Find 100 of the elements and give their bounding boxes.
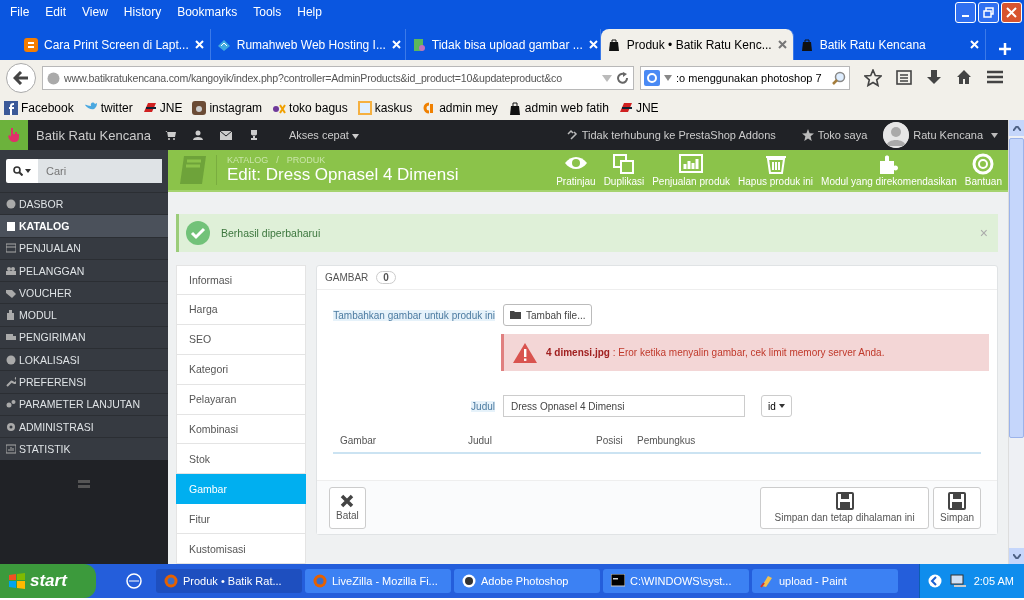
caret-icon[interactable] [991,132,998,138]
product-tab[interactable]: Harga [176,294,306,325]
product-tab[interactable]: Informasi [176,265,306,295]
search-engine-icon[interactable] [644,70,660,86]
my-shop-link[interactable]: Toko saya [817,129,868,141]
collapse-handle-icon[interactable] [78,479,90,488]
sidebar-item[interactable]: PELANGGAN [0,258,168,282]
unlinked-icon[interactable] [565,129,578,141]
title-field[interactable]: Dress Opnasel 4 Dimensi [503,395,745,417]
close-icon[interactable] [777,40,787,49]
sidebar-item[interactable]: VOUCHER [0,281,168,304]
minimize-button[interactable] [955,1,976,23]
product-tab[interactable]: Kombinasi [176,414,306,445]
product-tab[interactable]: Fitur [176,504,306,535]
sidebar-item[interactable]: PENGIRIMAN [0,325,168,349]
star-icon[interactable] [801,129,814,141]
menu-item[interactable]: Bookmarks [169,5,246,19]
restore-button[interactable] [978,1,999,23]
field-label: Tambahkan gambar untuk produk ini [333,310,495,321]
bookmark[interactable]: JNE [618,101,659,115]
bookmark[interactable]: instagram [192,101,263,115]
taskbar-item[interactable]: upload - Paint [752,569,898,593]
sidebar-item[interactable]: STATISTIK [0,437,168,460]
product-tab[interactable]: Stok [176,444,306,475]
caret-icon [25,169,31,173]
product-tab[interactable]: SEO [176,324,306,355]
cart-icon[interactable] [164,130,176,140]
address-bar[interactable]: www.batikratukencana.com/kangoyik/index.php?controller=AdminProducts&id_product=10&updateproduct&co [42,66,634,90]
product-tab[interactable]: Kategori [176,354,306,385]
menu-item[interactable]: Edit [37,5,75,19]
bookmark[interactable]: admin mey [422,101,498,115]
book-icon [178,154,208,186]
close-button[interactable] [1001,1,1022,23]
sidebar-item[interactable]: ADMINISTRASI [0,414,168,438]
menu-item[interactable]: File [2,5,38,19]
search-field[interactable]: Cari [38,159,162,183]
start-button[interactable]: start [0,564,96,598]
addons-status[interactable]: Tidak terhubung ke PrestaShop Addons [581,129,776,141]
quick-launch-icon[interactable] [126,573,142,589]
shop-name[interactable]: Batik Ratu Kencana [36,127,151,143]
new-tab-icon[interactable] [998,42,1012,56]
reload-icon[interactable] [616,71,629,85]
sidebar-item[interactable]: MODUL [0,303,168,326]
search-type-button[interactable] [6,159,38,183]
browser-tab[interactable]: Produk • Batik Ratu Kenc... [600,29,794,60]
product-tab[interactable]: Pelayaran [176,384,306,415]
column-header: Posisi [596,435,624,446]
sidebar-item[interactable]: KATALOG [0,214,168,237]
user-menu[interactable]: Ratu Kencana [913,129,983,141]
back-button[interactable] [6,63,36,93]
minimize-icon [962,15,969,17]
bookmark[interactable]: JNE [142,101,183,115]
column-header: Gambar [340,435,378,446]
save-button[interactable]: Simpan [933,486,981,529]
menu-item[interactable]: Tools [245,5,290,19]
bookmark[interactable]: Facebook [4,101,74,115]
save-and-stay-button[interactable]: Simpan dan tetap dihalaman ini [760,486,930,529]
menu-icon[interactable] [986,69,1004,85]
menu-item[interactable]: View [74,5,116,19]
taskbar-item[interactable]: Adobe Photoshop [454,569,600,593]
user-icon[interactable] [192,130,203,140]
menu-item[interactable]: Help [289,5,330,19]
trophy-icon[interactable] [248,130,259,140]
gear-icon [6,421,16,432]
cancel-button[interactable]: Batal [329,486,366,529]
add-file-button[interactable]: Tambah file... [503,304,593,326]
taskbar-item[interactable]: Produk • Batik Rat... [156,569,302,593]
sidebar-item[interactable]: PARAMETER LANJUTAN [0,392,168,415]
star-icon[interactable] [864,69,882,87]
download-icon[interactable] [926,69,942,85]
avatar-icon[interactable] [883,122,910,148]
product-tab[interactable]: Kustomisasi [176,534,306,564]
close-icon [1006,6,1017,18]
search-icon[interactable] [832,71,846,85]
network-icon[interactable] [949,574,966,588]
home-icon[interactable] [956,69,972,85]
sidebar-item[interactable]: LOKALISASI [0,348,168,371]
scrollbar[interactable] [1008,120,1024,564]
mail-icon[interactable] [219,130,232,140]
card-icon [6,243,16,254]
page-title: Edit: Dress Opnasel 4 Dimensi [227,165,459,185]
chevron-icon[interactable] [927,574,942,588]
sidebar-item[interactable]: PREFERENSI [0,370,168,393]
bookmark[interactable]: toko bagus [272,101,348,115]
taskbar-item[interactable]: LiveZilla - Mozilla Fi... [305,569,451,593]
search-field[interactable]: :o menggunakan photoshop 7 [640,66,850,90]
language-button[interactable]: id [761,395,792,417]
menu-item[interactable]: History [115,5,170,19]
bookmark[interactable]: twitter [83,101,133,115]
sidebar-item[interactable]: PENJUALAN [0,236,168,259]
quick-access-menu[interactable]: Akses cepat [288,129,359,141]
hand-icon [7,127,21,143]
bookmark[interactable]: kaskus [357,101,413,115]
taskbar-item[interactable]: C:\WINDOWS\syst... [603,569,749,593]
bookmark[interactable]: admin web fatih [507,101,609,115]
list-icon[interactable] [896,69,912,85]
sidebar-item[interactable]: DASBOR [0,192,168,215]
dropdown-icon[interactable] [664,75,672,81]
save-icon [835,492,854,510]
scrollbar-thumb[interactable] [1009,138,1024,438]
